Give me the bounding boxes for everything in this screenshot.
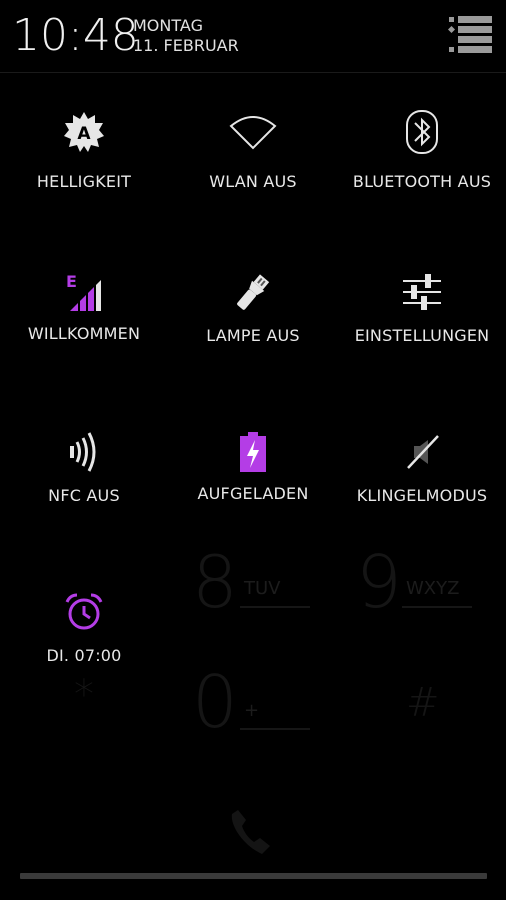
tile-label: LAMPE AUS: [206, 326, 300, 345]
ghost-key-8: 8: [192, 540, 238, 624]
tile-battery[interactable]: AUFGELADEN: [169, 400, 337, 550]
ghost-line: [240, 728, 310, 730]
ghost-line: [240, 606, 310, 608]
status-clock[interactable]: 10:48: [12, 10, 139, 62]
ghost-key-8-letters: TUV: [244, 578, 281, 599]
tile-mobile-network[interactable]: E WILLKOMMEN: [0, 240, 168, 390]
status-date-label: 11. FEBRUAR: [133, 36, 239, 55]
brightness-auto-icon: A: [54, 102, 114, 162]
bluetooth-icon: [392, 102, 452, 162]
tile-label: DI. 07:00: [46, 646, 122, 665]
svg-text:A: A: [77, 124, 91, 144]
tile-label: AUFGELADEN: [197, 484, 309, 503]
header-divider: [0, 72, 506, 73]
flashlight-icon: [223, 262, 283, 322]
tile-label: HELLIGKEIT: [36, 172, 132, 191]
notifications-list-icon[interactable]: [446, 14, 494, 54]
alarm-icon: [54, 582, 114, 642]
ghost-key-hash: #: [406, 680, 440, 726]
tile-brightness[interactable]: A HELLIGKEIT: [0, 80, 168, 230]
tile-label: WILLKOMMEN: [27, 324, 141, 343]
panel-drag-handle[interactable]: [20, 873, 487, 879]
ringer-muted-icon: [392, 422, 452, 482]
tile-label: EINSTELLUNGEN: [354, 326, 490, 345]
tile-label: WLAN AUS: [209, 172, 297, 191]
tile-nfc[interactable]: NFC AUS: [0, 400, 168, 550]
mobile-signal-icon: E: [54, 262, 114, 322]
ghost-key-0: 0: [192, 660, 238, 744]
tile-wifi[interactable]: WLAN AUS: [169, 80, 337, 230]
wifi-icon: [223, 102, 283, 162]
network-type-badge: E: [66, 272, 77, 291]
status-day: MONTAG: [133, 16, 203, 35]
tile-label: NFC AUS: [48, 486, 120, 505]
tile-alarm[interactable]: DI. 07:00: [0, 560, 168, 710]
tile-label: KLINGELMODUS: [356, 486, 488, 505]
ghost-key-9-letters: WXYZ: [406, 578, 460, 599]
ghost-key-9: 9: [356, 540, 402, 624]
quick-settings-header: 10:48 MONTAG 11. FEBRUAR: [0, 0, 506, 72]
settings-sliders-icon: [392, 262, 452, 322]
tile-bluetooth[interactable]: BLUETOOTH AUS: [338, 80, 506, 230]
tile-settings[interactable]: EINSTELLUNGEN: [338, 240, 506, 390]
ghost-phone-icon: [231, 810, 270, 854]
tile-label: BLUETOOTH AUS: [352, 172, 492, 191]
nfc-icon: [54, 422, 114, 482]
tile-flashlight[interactable]: LAMPE AUS: [169, 240, 337, 390]
battery-charged-icon: [223, 422, 283, 482]
ghost-key-0-letters: +: [244, 700, 260, 721]
tile-ringer-mode[interactable]: KLINGELMODUS: [338, 400, 506, 550]
status-date[interactable]: MONTAG 11. FEBRUAR: [133, 16, 239, 56]
ghost-line: [402, 606, 472, 608]
